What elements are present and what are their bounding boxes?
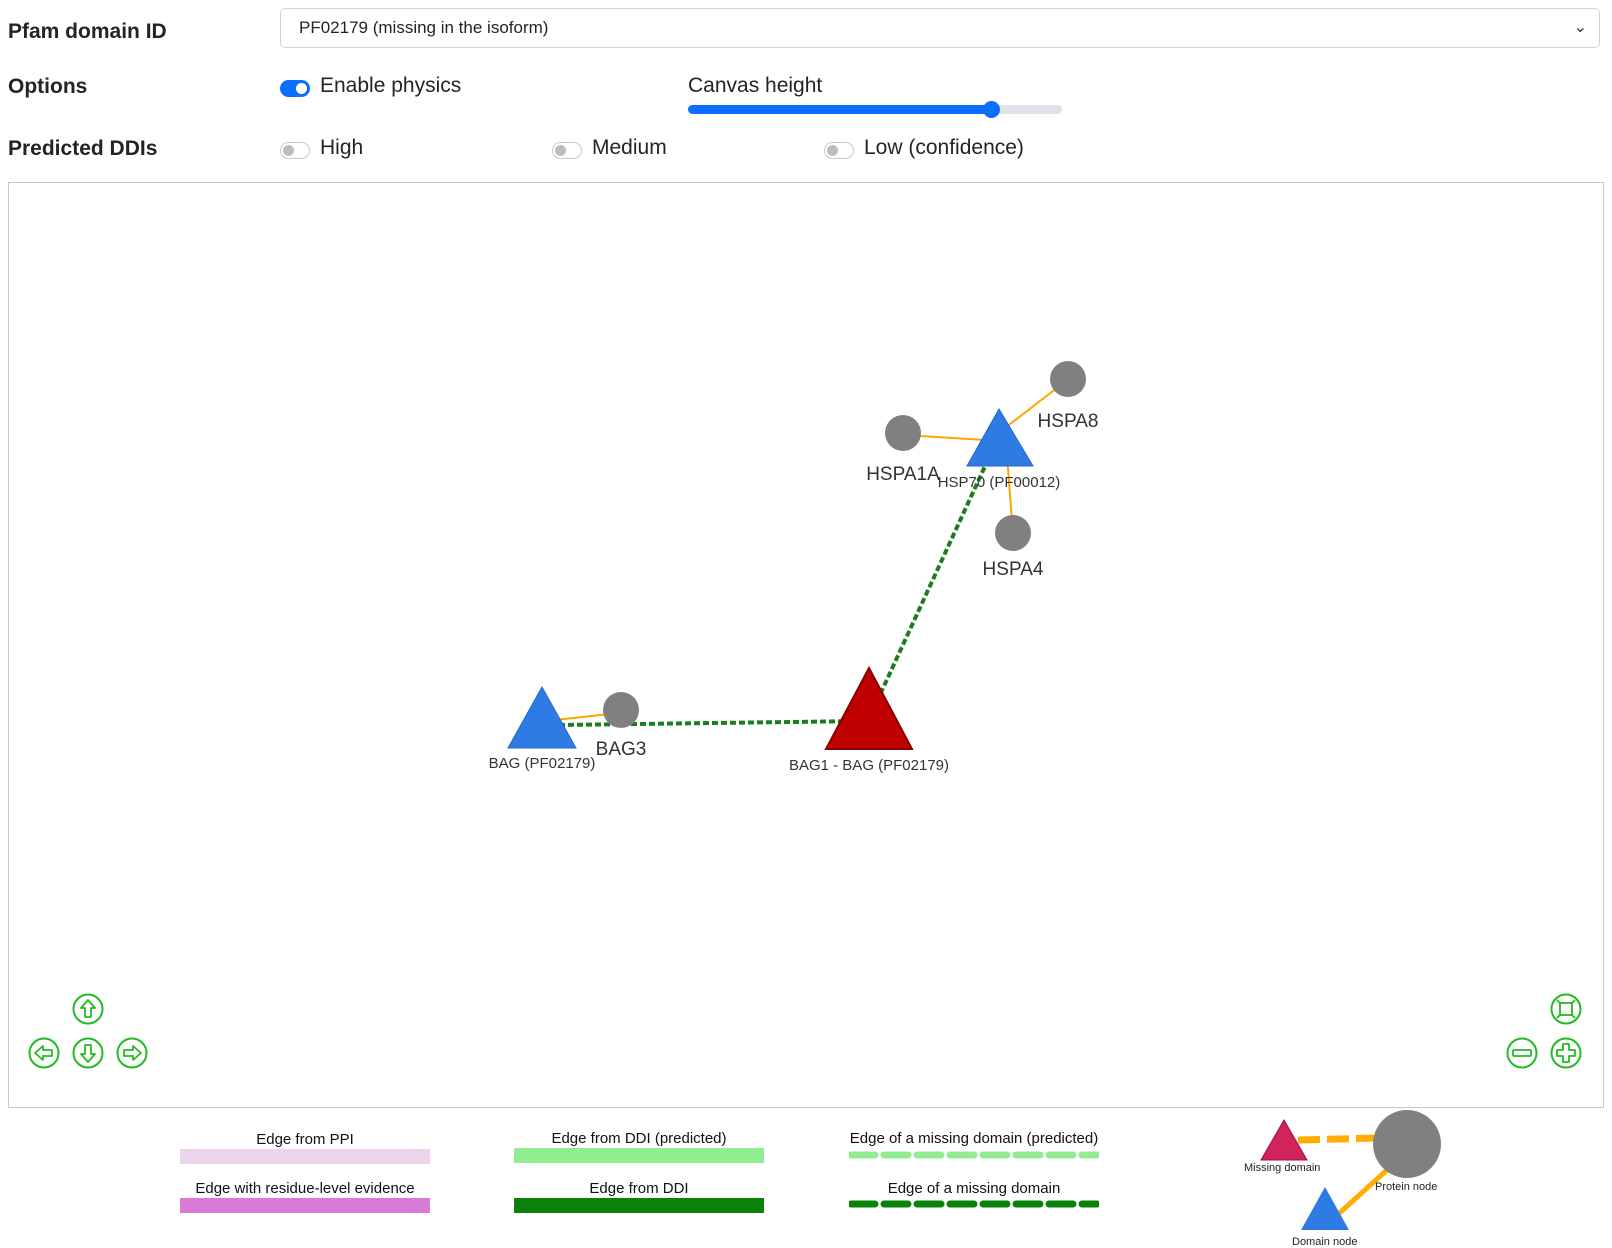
legend-ddi-pred-label: Edge from DDI (predicted)	[551, 1130, 727, 1147]
legend-missing-pred-label: Edge of a missing domain (predicted)	[849, 1130, 1099, 1147]
canvas-height-thumb[interactable]	[982, 101, 1000, 118]
zoom-out-button[interactable]	[1506, 1037, 1538, 1069]
pan-left-button[interactable]	[28, 1037, 60, 1069]
legend-ppi-label: Edge from PPI	[256, 1131, 354, 1148]
high-confidence-label: High	[320, 136, 364, 159]
legend-missing-label: Edge of a missing domain	[887, 1180, 1061, 1197]
network-canvas[interactable]: HSPA8 HSPA1A HSP70 (PF00012) HSPA4 BAG3 …	[8, 182, 1604, 1108]
node-label-hspa8: HSPA8	[1038, 411, 1099, 432]
legend-node-icons	[1260, 1110, 1441, 1230]
medium-confidence-label: Medium	[592, 136, 667, 159]
protein-node-hspa4[interactable]	[995, 515, 1031, 551]
legend-icon-dashed-edge	[1297, 1134, 1379, 1144]
fit-view-button[interactable]	[1550, 993, 1582, 1025]
pan-down-button[interactable]	[72, 1037, 104, 1069]
predicted-ddis-label: Predicted DDIs	[8, 137, 158, 160]
legend-ddi-swatch	[514, 1198, 764, 1213]
legend-ddi-pred-swatch	[514, 1148, 764, 1163]
canvas-height-slider[interactable]	[688, 105, 1062, 114]
node-label-bag1: BAG1 - BAG (PF02179)	[789, 757, 949, 774]
protein-node-hspa8[interactable]	[1050, 361, 1086, 397]
node-label-hspa1a: HSPA1A	[866, 464, 940, 485]
zoom-in-button[interactable]	[1550, 1037, 1582, 1069]
chevron-down-icon: ⌄	[1573, 19, 1587, 36]
canvas-height-fill	[688, 105, 991, 114]
edge-hsp70-bag1	[865, 450, 994, 724]
pfam-domain-select[interactable]: PF02179 (missing in the isoform) ⌄	[280, 8, 1600, 48]
node-label-bag3: BAG3	[596, 739, 647, 760]
legend-ppi-swatch	[180, 1149, 430, 1164]
node-label-bag: BAG (PF02179)	[489, 755, 596, 772]
node-label-hspa4: HSPA4	[983, 559, 1044, 580]
protein-node-hspa1a[interactable]	[885, 415, 921, 451]
network-graph[interactable]: HSPA8 HSPA1A HSP70 (PF00012) HSPA4 BAG3 …	[9, 183, 1603, 1107]
protein-node-bag3[interactable]	[603, 692, 639, 728]
legend-missing-domain-label: Missing domain	[1244, 1162, 1321, 1174]
legend-residue-swatch	[180, 1198, 430, 1213]
canvas-height-label: Canvas height	[688, 74, 823, 97]
legend-ddi-label: Edge from DDI	[589, 1180, 689, 1197]
legend-residue-label: Edge with residue-level evidence	[195, 1180, 415, 1197]
enable-physics-label: Enable physics	[320, 74, 462, 97]
edge-bag-bag1	[558, 719, 868, 727]
missing-domain-node-bag1[interactable]	[824, 665, 914, 750]
legend-protein-node-icon	[1373, 1110, 1441, 1178]
high-confidence-toggle[interactable]	[280, 142, 310, 159]
domain-node-hsp70[interactable]	[966, 408, 1034, 467]
domain-node-bag[interactable]	[507, 685, 577, 749]
pfam-domain-value: PF02179 (missing in the isoform)	[299, 18, 549, 37]
node-label-hsp70: HSP70 (PF00012)	[938, 474, 1061, 491]
pan-right-button[interactable]	[116, 1037, 148, 1069]
legend-domain-node-label: Domain node	[1292, 1236, 1358, 1248]
legend-protein-node-label: Protein node	[1375, 1181, 1438, 1193]
low-confidence-label: Low (confidence)	[864, 136, 1024, 159]
pfam-domain-label: Pfam domain ID	[8, 20, 167, 43]
legend-missing-swatch	[849, 1200, 1099, 1208]
enable-physics-toggle[interactable]	[280, 80, 310, 97]
legend-missing-pred-swatch	[849, 1151, 1099, 1159]
pan-up-button[interactable]	[72, 993, 104, 1025]
options-label: Options	[8, 75, 88, 98]
low-confidence-toggle[interactable]	[824, 142, 854, 159]
medium-confidence-toggle[interactable]	[552, 142, 582, 159]
